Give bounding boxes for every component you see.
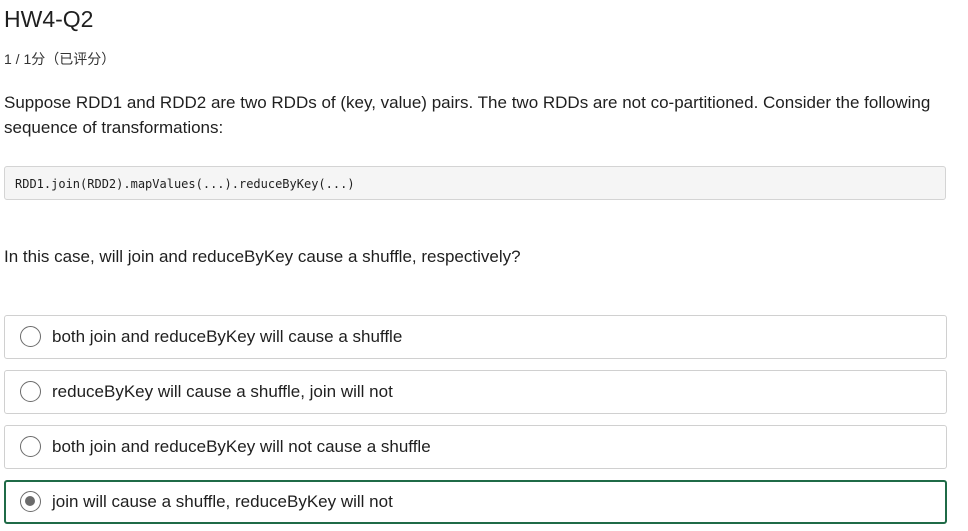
radio-button-selected-icon[interactable] (20, 491, 41, 512)
answer-option-4[interactable]: join will cause a shuffle, reduceByKey w… (4, 480, 947, 524)
question-text: Suppose RDD1 and RDD2 are two RDDs of (k… (4, 93, 931, 137)
radio-button-icon[interactable] (20, 326, 41, 347)
answer-option-2[interactable]: reduceByKey will cause a shuffle, join w… (4, 370, 947, 414)
answer-option-3[interactable]: both join and reduceByKey will not cause… (4, 425, 947, 469)
answer-option-label: both join and reduceByKey will not cause… (52, 437, 431, 456)
answer-option-label: join will cause a shuffle, reduceByKey w… (52, 492, 393, 511)
code-block: RDD1.join(RDD2).mapValues(...).reduceByK… (4, 166, 946, 200)
code-snippet: RDD1.join(RDD2).mapValues(...).reduceByK… (15, 177, 355, 191)
radio-button-icon[interactable] (20, 381, 41, 402)
answer-option-label: both join and reduceByKey will cause a s… (52, 327, 403, 346)
question-prompt: In this case, will join and reduceByKey … (4, 247, 521, 266)
radio-button-icon[interactable] (20, 436, 41, 457)
answer-option-label: reduceByKey will cause a shuffle, join w… (52, 382, 393, 401)
score-text: 1 / 1分（已评分） (4, 51, 116, 67)
question-title: HW4-Q2 (4, 6, 94, 32)
radio-dot-icon (25, 496, 35, 506)
answer-option-1[interactable]: both join and reduceByKey will cause a s… (4, 315, 947, 359)
